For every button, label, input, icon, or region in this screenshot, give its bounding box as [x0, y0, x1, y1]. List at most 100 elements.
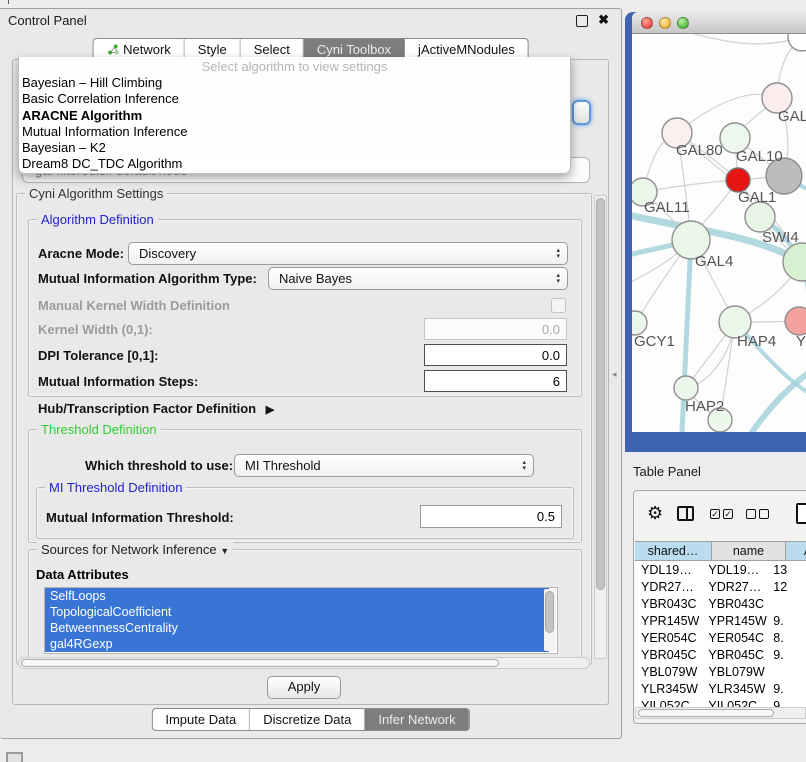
attributes-scrollbar[interactable]	[544, 589, 556, 651]
table-cell: 9.	[767, 699, 806, 708]
select-all-columns-icon[interactable]: ✓✓	[710, 509, 733, 519]
table-cell: 9.	[767, 682, 806, 696]
table-cell: YLR345W	[702, 682, 767, 696]
table-row[interactable]: YIL052CYIL052C9.	[635, 697, 806, 707]
mi-steps-field[interactable]	[424, 370, 567, 392]
table-cell: 13	[767, 563, 806, 577]
aracne-mode-combo[interactable]: Discovery ▴▾	[128, 242, 568, 265]
collapse-right-icon: ▶	[266, 404, 274, 416]
network-node-y[interactable]	[785, 307, 806, 335]
mi-threshold-field[interactable]	[420, 505, 562, 528]
network-node[interactable]	[745, 202, 775, 232]
table-row[interactable]: YLR345WYLR345W9.	[635, 680, 806, 697]
which-threshold-label: Which threshold to use:	[85, 458, 233, 473]
node-label-gal4: GAL4	[695, 253, 733, 270]
table-row[interactable]: YPR145WYPR145W9.	[635, 612, 806, 629]
algorithm-option-bayesian-k2[interactable]: Bayesian – K2	[19, 140, 570, 156]
settings-vertical-scrollbar[interactable]	[594, 195, 607, 659]
column-header-a[interactable]: A	[786, 541, 806, 561]
table-row[interactable]: YBR043CYBR043C	[635, 595, 806, 612]
algorithm-option-bayesian-hill-climbing[interactable]: Bayesian – Hill Climbing	[19, 75, 570, 91]
node-label-gal1: GAL1	[738, 189, 776, 206]
table-row[interactable]: YBL079WYBL079W	[635, 663, 806, 680]
close-traffic-icon[interactable]	[641, 17, 653, 29]
network-window-titlebar[interactable]	[632, 12, 806, 34]
algorithm-popup-list: Bayesian – Hill ClimbingBasic Correlatio…	[19, 75, 570, 173]
attributes-scrollbar-thumb[interactable]	[545, 591, 554, 633]
algorithm-combo-spinner[interactable]	[572, 100, 591, 125]
split-columns-icon[interactable]	[677, 506, 694, 521]
table-row[interactable]: YDR27…YDR27…12	[635, 578, 806, 595]
network-node-gcy1[interactable]	[632, 311, 647, 335]
network-node-hap2[interactable]	[674, 376, 698, 400]
table-row[interactable]: YBR045CYBR045C9.	[635, 646, 806, 663]
dpi-tolerance-field[interactable]	[424, 344, 567, 366]
table-cell: YLR345W	[635, 682, 702, 696]
table-cell: 12	[767, 580, 806, 594]
algorithm-definition-title: Algorithm Definition	[37, 212, 158, 227]
float-window-button[interactable]	[576, 15, 588, 27]
bottom-tab-infer-network[interactable]: Infer Network	[365, 709, 468, 730]
table-panel-title: Table Panel	[633, 464, 701, 479]
which-threshold-combo[interactable]: MI Threshold ▴▾	[234, 454, 534, 477]
manual-kernel-checkbox[interactable]	[551, 298, 566, 313]
network-canvas[interactable]: GALGAL80GAL10GAL1GAL11SWI4GAL4GCY1HAP4YH…	[632, 34, 806, 432]
column-header-shared[interactable]: shared…	[635, 541, 712, 561]
attribute-item-topologicalcoefficient[interactable]: TopologicalCoefficient	[45, 604, 549, 620]
bottom-tab-impute-data[interactable]: Impute Data	[152, 709, 250, 730]
apply-button[interactable]: Apply	[267, 676, 341, 699]
table-cell: YDR27…	[635, 580, 702, 594]
column-header-name[interactable]: name	[712, 541, 786, 561]
algorithm-option-mutual-information-inference[interactable]: Mutual Information Inference	[19, 124, 570, 140]
algorithm-option-basic-correlation-inference[interactable]: Basic Correlation Inference	[19, 91, 570, 107]
dpi-tolerance-label: DPI Tolerance [0,1]:	[38, 348, 158, 363]
splitter-handle[interactable]: ◂	[612, 369, 617, 380]
mi-steps-label: Mutual Information Steps:	[38, 374, 198, 389]
table-cell: YBR043C	[702, 597, 767, 611]
attribute-item-betweennesscentrality[interactable]: BetweennessCentrality	[45, 620, 549, 636]
minimized-panel-icon[interactable]	[6, 752, 23, 762]
table-horizontal-scrollbar-thumb[interactable]	[638, 709, 774, 717]
hub-definition-toggle[interactable]: Hub/Transcription Factor Definition ▶	[38, 401, 274, 416]
table-row[interactable]: YER054CYER054C8.	[635, 629, 806, 646]
mi-type-label: Mutual Information Algorithm Type:	[38, 271, 257, 286]
combo-arrows-icon: ▴▾	[556, 273, 560, 285]
sources-toggle[interactable]: Sources for Network Inference ▼	[37, 542, 233, 557]
mi-type-value: Naive Bayes	[279, 271, 352, 286]
algorithm-option-aracne-algorithm[interactable]: ARACNE Algorithm	[19, 108, 570, 124]
minimize-traffic-icon[interactable]	[659, 17, 671, 29]
deselect-all-columns-icon[interactable]	[746, 509, 769, 519]
bottom-tab-discretize-data[interactable]: Discretize Data	[250, 709, 365, 730]
table-cell: YDR27…	[702, 580, 767, 594]
table-cell: YBR045C	[635, 648, 702, 662]
table-horizontal-scrollbar[interactable]	[635, 707, 806, 719]
algorithm-option-dream8-dc-tdc-algorithm[interactable]: Dream8 DC_TDC Algorithm	[19, 156, 570, 172]
zoom-traffic-icon[interactable]	[677, 17, 689, 29]
top-left-tick	[8, 0, 9, 4]
mi-type-combo[interactable]: Naive Bayes ▴▾	[268, 267, 568, 290]
table-cell: YBR045C	[702, 648, 767, 662]
table-cell: YER054C	[635, 631, 702, 645]
new-table-icon[interactable]	[796, 503, 806, 524]
cyni-algorithm-settings-title: Cyni Algorithm Settings	[25, 186, 167, 201]
data-attributes-list: SelfLoopsTopologicalCoefficientBetweenne…	[44, 587, 558, 654]
table-cell: YER054C	[702, 631, 767, 645]
kernel-width-field[interactable]	[424, 318, 567, 340]
settings-horizontal-scrollbar[interactable]	[18, 657, 590, 669]
mi-threshold-definition-title: MI Threshold Definition	[45, 480, 186, 495]
table-panel: ⚙ ✓✓ shared…nameA YDL19…YDL19…13YDR27…YD…	[633, 490, 806, 724]
settings-horizontal-scrollbar-thumb[interactable]	[21, 659, 499, 667]
table-cell: YPR145W	[702, 614, 767, 628]
table-row[interactable]: YDL19…YDL19…13	[635, 561, 806, 578]
gear-icon[interactable]: ⚙	[647, 503, 663, 524]
attribute-item-gal4rgexp[interactable]: gal4RGexp	[45, 636, 549, 652]
attribute-item-selfloops[interactable]: SelfLoops	[45, 588, 549, 604]
data-attributes-label: Data Attributes	[36, 567, 129, 582]
combo-arrows-icon: ▴▾	[556, 248, 560, 260]
settings-vertical-scrollbar-thumb[interactable]	[596, 198, 605, 590]
table-cell: 8.	[767, 631, 806, 645]
close-window-button[interactable]: ✖	[598, 12, 609, 28]
network-node[interactable]	[788, 34, 806, 51]
network-node-swi4[interactable]	[783, 243, 806, 281]
table-cell: 9.	[767, 614, 806, 628]
